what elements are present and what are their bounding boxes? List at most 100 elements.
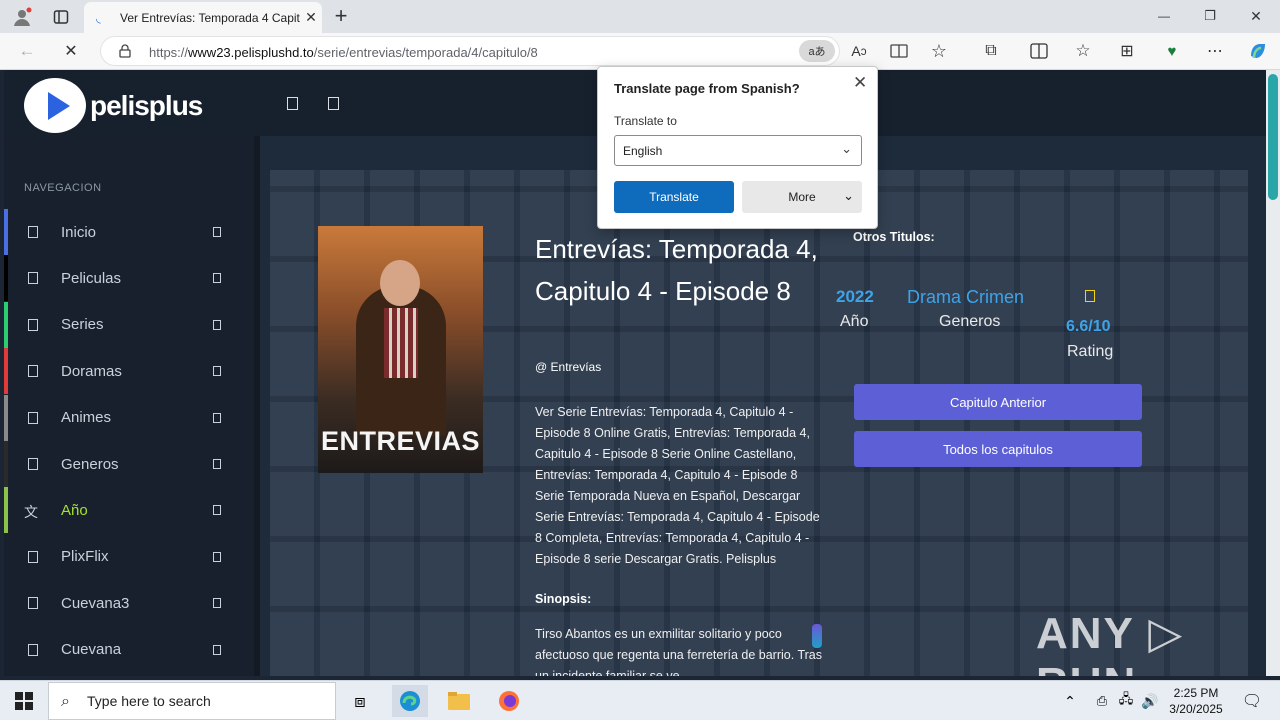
close-window-button[interactable]: ✕ <box>1242 6 1270 26</box>
restore-button[interactable]: ❐ <box>1196 6 1224 26</box>
nav-expand-icon[interactable] <box>213 227 221 237</box>
browser-tab-bar: ◟ Ver Entrevías: Temporada 4 Capitulo 4 … <box>0 0 1280 33</box>
language-select[interactable]: English ⌄ <box>614 135 862 166</box>
sidebar-item-cuevana[interactable]: Cuevana <box>4 626 254 673</box>
sidebar-item-label: Series <box>61 316 104 334</box>
scrollbar-thumb[interactable] <box>1268 74 1278 200</box>
sidebar-item-label: Animes <box>61 409 112 427</box>
nav-expand-icon[interactable] <box>213 505 221 516</box>
previous-chapter-button[interactable]: Capitulo Anterior <box>854 384 1142 420</box>
page-scrollbar[interactable] <box>1266 70 1280 676</box>
favorite-star-icon[interactable]: ☆ <box>928 40 950 62</box>
nav-item-icon <box>28 597 38 610</box>
sidebar-item-plixflix[interactable]: PlixFlix <box>4 533 254 580</box>
sidebar-item-inicio[interactable]: Inicio <box>4 209 254 255</box>
sinopsis-text: Tirso Abantos es un exmilitar solitario … <box>535 627 822 676</box>
active-tab[interactable]: ◟ Ver Entrevías: Temporada 4 Capitulo 4 … <box>84 2 322 33</box>
translate-icon: 文 <box>24 504 38 521</box>
volume-icon[interactable]: 🔊 <box>1140 685 1160 717</box>
sidebar-item-series[interactable]: Series <box>4 301 254 348</box>
file-explorer-icon[interactable] <box>441 685 477 717</box>
edge-icon[interactable] <box>392 685 428 717</box>
network-device-icon[interactable]: ⎙ <box>1092 685 1112 717</box>
sidebar-item-animes[interactable]: Animes <box>4 394 254 441</box>
address-toolbar: ← ✕ https://www23.pelisplushd.to/serie/e… <box>0 33 1280 70</box>
minimize-button[interactable]: — <box>1150 6 1178 26</box>
sidebar-item-peliculas[interactable]: Peliculas <box>4 255 254 302</box>
nav-expand-icon[interactable] <box>213 273 221 284</box>
url-path: /serie/entrevias/temporada/4/capitulo/8 <box>313 45 538 60</box>
loading-favicon-icon: ◟ <box>96 10 101 25</box>
year-value[interactable]: 2022 <box>836 287 874 307</box>
taskbar-search[interactable]: ⌕ Type here to search <box>48 682 336 720</box>
profile-icon[interactable] <box>10 5 34 29</box>
search-toggle-icon[interactable] <box>287 97 298 110</box>
nav-expand-icon[interactable] <box>213 644 221 655</box>
tab-close-icon[interactable]: ✕ <box>300 9 322 26</box>
sidebar-item-accent <box>4 487 8 534</box>
nav-expand-icon[interactable] <box>213 319 221 330</box>
all-chapters-button[interactable]: Todos los capitulos <box>854 431 1142 467</box>
collections-icon[interactable]: ⊞ <box>1116 40 1138 62</box>
sidebar-item-accent <box>4 626 8 673</box>
nav-expand-icon[interactable] <box>213 551 221 562</box>
notifications-icon[interactable]: 🗨 <box>1234 685 1270 717</box>
lock-icon[interactable] <box>117 43 133 59</box>
settings-menu-icon[interactable]: ⋯ <box>1204 40 1226 62</box>
tray-chevron-icon[interactable]: ⌃ <box>1060 685 1080 717</box>
sidebar: NAVEGACION Inicio Peliculas Series Doramas A… <box>4 136 254 676</box>
genres-value[interactable]: Drama Crimen <box>907 287 1024 308</box>
poster-shirt <box>384 308 418 378</box>
start-button-icon[interactable] <box>6 685 42 717</box>
more-button-label: More <box>788 190 816 204</box>
split-screen-icon[interactable] <box>1028 40 1050 62</box>
sidebar-item-accent <box>4 209 8 255</box>
immersive-reader-icon[interactable] <box>888 41 910 61</box>
episode-description: Ver Serie Entrevías: Temporada 4, Capitu… <box>535 405 820 566</box>
search-icon: ⌕ <box>61 693 70 710</box>
genres-label: Generos <box>939 313 1001 330</box>
new-tab-button[interactable]: + <box>330 3 352 28</box>
site-logo[interactable]: pelisplus <box>24 78 203 133</box>
copilot-icon[interactable] <box>1246 40 1270 62</box>
sidebar-item-doramas[interactable]: Doramas <box>4 348 254 395</box>
back-arrow-icon[interactable]: ← <box>16 41 38 61</box>
sidebar-item-label: Inicio <box>61 223 97 241</box>
stop-loading-icon[interactable]: ✕ <box>60 41 82 61</box>
episode-title: Entrevías: Temporada 4, Capitulo 4 - Epi… <box>535 234 818 306</box>
nav-item-icon <box>28 226 38 238</box>
sidebar-item-label: Doramas <box>61 362 122 380</box>
nav-expand-icon[interactable] <box>213 366 221 377</box>
more-button[interactable]: More ⌄ <box>742 181 862 213</box>
translate-popup: Translate page from Spanish? ✕ Translate… <box>597 66 878 229</box>
main-content: ENTREVIAS Entrevías: Temporada 4, Capitu… <box>270 170 1248 676</box>
nav-item-icon <box>28 318 38 331</box>
translate-button[interactable]: Translate <box>614 181 734 213</box>
tab-actions-icon[interactable] <box>50 6 72 28</box>
url-bar[interactable]: https://www23.pelisplushd.to/serie/entre… <box>100 36 840 66</box>
taskbar-clock[interactable]: 2:25 PM 3/20/2025 <box>1163 685 1229 717</box>
network-icon[interactable]: 🖧 <box>1116 685 1136 717</box>
nav-expand-icon[interactable] <box>213 459 221 469</box>
favorites-icon[interactable]: ☆ <box>1072 40 1094 62</box>
task-view-icon[interactable]: ⧈ <box>342 685 378 717</box>
translate-active-icon[interactable]: aあ <box>799 40 835 62</box>
browser-essentials-icon[interactable]: ♥ <box>1160 40 1184 62</box>
nav-expand-icon[interactable] <box>213 598 221 609</box>
sidebar-item-accent <box>4 255 8 302</box>
sidebar-item-accent <box>4 580 8 627</box>
series-link[interactable]: @ Entrevías <box>535 360 601 374</box>
sidebar-item-a-o[interactable]: 文 Año <box>4 487 254 534</box>
menu-toggle-icon[interactable] <box>328 97 339 110</box>
popup-close-icon[interactable]: ✕ <box>853 73 867 93</box>
nav-title: NAVEGACION <box>24 182 102 194</box>
url-text[interactable]: https://www23.pelisplushd.to/serie/entre… <box>149 45 538 60</box>
more-chevron-icon: ⌄ <box>843 188 854 203</box>
sidebar-item-generos[interactable]: Generos <box>4 441 254 487</box>
url-prefix: https:// <box>149 45 189 60</box>
extensions-icon[interactable]: ⧉ <box>980 40 1002 62</box>
read-aloud-icon[interactable]: Aↄ <box>848 41 870 61</box>
sidebar-item-cuevana3[interactable]: Cuevana3 <box>4 580 254 627</box>
nav-expand-icon[interactable] <box>213 412 221 423</box>
firefox-icon[interactable] <box>491 685 527 717</box>
